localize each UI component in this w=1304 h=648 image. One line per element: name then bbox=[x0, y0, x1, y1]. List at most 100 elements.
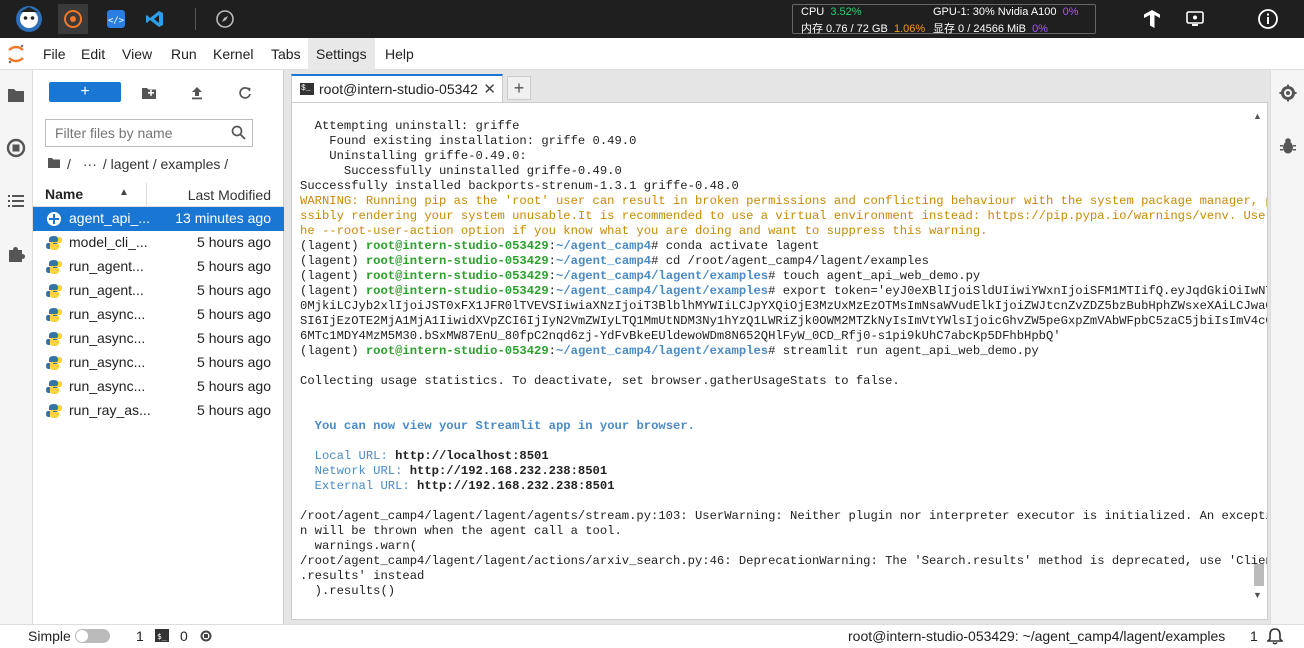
vscode-icon[interactable] bbox=[140, 4, 170, 34]
terminal-text: SI6IjEzOTE2MjA1MjA1IiwidXVpZCI6IjIyN2VmZ… bbox=[300, 314, 1268, 328]
python-file-icon bbox=[46, 259, 62, 275]
menu-settings[interactable]: Settings bbox=[308, 38, 375, 70]
menu-help[interactable]: Help bbox=[377, 38, 422, 70]
file-row[interactable]: run_agent... 5 hours ago bbox=[33, 255, 284, 279]
memory-usage: 内存 0.76 / 72 GB 1.06% bbox=[801, 23, 926, 35]
python-file-icon bbox=[46, 235, 62, 251]
terminal-line: SI6IjEzOTE2MjA1MjA1IiwidXVpZCI6IjIyN2VmZ… bbox=[300, 314, 1267, 329]
code-editor-icon[interactable]: </> bbox=[101, 4, 131, 34]
terminal-text: 6MTc1MDY4MzM5M30.bSxMW87EnU_80fpC2nqd6zj… bbox=[300, 329, 1061, 343]
terminal-text: WARNING: Running pip as the 'root' user … bbox=[300, 194, 1268, 208]
tab-bar: $_ root@intern-studio-05342 ✕ + bbox=[291, 74, 1268, 102]
column-divider[interactable] bbox=[146, 183, 147, 207]
kernel-count[interactable]: 1 bbox=[136, 628, 144, 644]
toolbar-divider bbox=[195, 8, 196, 30]
terminal-line: ssibly rendering your system unusable.It… bbox=[300, 209, 1265, 224]
upload-icon[interactable] bbox=[186, 82, 208, 104]
filter-files-input-box[interactable] bbox=[45, 119, 253, 147]
file-row[interactable]: run_async... 5 hours ago bbox=[33, 351, 284, 375]
file-row[interactable]: run_agent... 5 hours ago bbox=[33, 279, 284, 303]
file-modified: 5 hours ago bbox=[197, 306, 271, 322]
notification-count[interactable]: 1 bbox=[1250, 628, 1258, 644]
file-name: run_async... bbox=[69, 378, 146, 394]
terminal-line: WARNING: Running pip as the 'root' user … bbox=[300, 194, 1267, 209]
refresh-icon[interactable] bbox=[234, 82, 256, 104]
jupyter-app-icon[interactable] bbox=[58, 4, 88, 34]
file-row[interactable]: model_cli_... 5 hours ago bbox=[33, 231, 284, 255]
file-modified: 5 hours ago bbox=[197, 330, 271, 346]
file-name: run_async... bbox=[69, 306, 146, 322]
terminal-text: Collecting usage statistics. To deactiva… bbox=[300, 374, 900, 388]
table-of-contents-icon[interactable] bbox=[5, 190, 27, 212]
debugger-bug-icon[interactable] bbox=[1280, 137, 1296, 158]
column-modified-header[interactable]: Last Modified bbox=[188, 187, 271, 203]
scroll-down-arrow-icon[interactable]: ▼ bbox=[1253, 590, 1262, 600]
terminal-output[interactable]: Attempting uninstall: griffe Found exist… bbox=[300, 119, 1267, 599]
terminal-line: Successfully uninstalled griffe-0.49.0 bbox=[300, 164, 1240, 179]
compass-icon[interactable] bbox=[210, 4, 240, 34]
simple-mode-toggle[interactable] bbox=[75, 629, 110, 643]
sort-ascending-icon: ▲ bbox=[119, 187, 129, 198]
terminal-line: Local URL: http://localhost:8501 bbox=[300, 449, 1240, 464]
breadcrumb-folder-icon[interactable] bbox=[47, 156, 61, 172]
menu-view[interactable]: View bbox=[114, 38, 160, 70]
file-name: agent_api_... bbox=[69, 210, 150, 226]
property-inspector-gear-icon[interactable] bbox=[1279, 84, 1297, 105]
terminal-text: root@intern-studio-053429 bbox=[365, 344, 549, 358]
terminal-text: n will be thrown when the agent call a t… bbox=[300, 524, 622, 538]
file-row[interactable]: agent_api_... 13 minutes ago bbox=[33, 207, 284, 231]
terminal-text: root@intern-studio-053429 bbox=[365, 254, 549, 268]
menu-kernel[interactable]: Kernel bbox=[205, 38, 261, 70]
close-tab-icon[interactable]: ✕ bbox=[483, 80, 496, 98]
terminal-text: Attempting uninstall: griffe bbox=[300, 119, 520, 133]
terminal-scrollbar[interactable]: ▲ ▼ bbox=[1252, 111, 1264, 601]
tensorflow-icon[interactable] bbox=[1137, 4, 1167, 34]
notification-bell-icon[interactable] bbox=[1266, 627, 1284, 648]
add-tab-button[interactable]: + bbox=[507, 76, 531, 100]
scroll-up-arrow-icon[interactable]: ▲ bbox=[1253, 111, 1262, 121]
breadcrumb-ellipsis[interactable]: ··· bbox=[83, 156, 97, 172]
terminal-text: # touch agent_api_web_demo.py bbox=[768, 269, 981, 283]
menu-run[interactable]: Run bbox=[163, 38, 205, 70]
info-icon[interactable] bbox=[1253, 4, 1283, 34]
terminal-text: (lagent) bbox=[300, 344, 366, 358]
kernel-status-gear-icon[interactable] bbox=[199, 629, 213, 646]
running-kernels-icon[interactable] bbox=[5, 137, 27, 159]
terminal-text: Local URL: bbox=[314, 449, 396, 463]
breadcrumb-path[interactable]: / lagent / examples / bbox=[103, 156, 228, 172]
terminal-text: # streamlit run agent_api_web_demo.py bbox=[768, 344, 1039, 358]
monitor-settings-icon[interactable] bbox=[1180, 4, 1210, 34]
right-sidebar bbox=[1270, 70, 1304, 624]
new-launcher-button[interactable]: + bbox=[49, 82, 121, 102]
breadcrumb-root[interactable]: / bbox=[67, 156, 71, 172]
new-folder-icon[interactable] bbox=[138, 82, 160, 104]
scrollbar-thumb[interactable] bbox=[1254, 564, 1264, 586]
avatar-logo-icon[interactable] bbox=[14, 4, 44, 34]
terminal-line: (lagent) root@intern-studio-053429:~/age… bbox=[300, 284, 1267, 299]
terminal-panel[interactable]: Attempting uninstall: griffe Found exist… bbox=[291, 102, 1268, 620]
folder-icon[interactable] bbox=[5, 84, 27, 106]
terminal-line: Collecting usage statistics. To deactiva… bbox=[300, 374, 1240, 389]
file-name: model_cli_... bbox=[69, 234, 148, 250]
extensions-puzzle-icon[interactable] bbox=[5, 243, 27, 265]
file-row[interactable]: run_async... 5 hours ago bbox=[33, 375, 284, 399]
left-activity-bar bbox=[0, 70, 33, 624]
menu-edit[interactable]: Edit bbox=[73, 38, 113, 70]
terminal-line: ).results() bbox=[300, 584, 1240, 599]
file-row[interactable]: run_ray_as... 5 hours ago bbox=[33, 399, 284, 423]
terminal-text: ~/agent_camp4/lagent/examples bbox=[556, 269, 769, 283]
menu-tabs[interactable]: Tabs bbox=[263, 38, 309, 70]
terminal-count[interactable]: 0 bbox=[180, 628, 188, 644]
terminal-text: # export token='eyJ0eXBlIjoiSldUIiwiYWxn… bbox=[768, 284, 1268, 298]
terminal-line: he --root-user-action option if you know… bbox=[300, 224, 1240, 239]
terminal-tab[interactable]: $_ root@intern-studio-05342 ✕ bbox=[291, 74, 503, 102]
gpu-usage: GPU-1: 30% Nvidia A100 0% bbox=[933, 6, 1079, 18]
file-row[interactable]: run_async... 5 hours ago bbox=[33, 303, 284, 327]
menu-file[interactable]: File bbox=[35, 38, 74, 70]
filter-files-input[interactable] bbox=[46, 120, 226, 146]
column-name-header[interactable]: Name bbox=[45, 186, 83, 202]
file-row[interactable]: run_async... 5 hours ago bbox=[33, 327, 284, 351]
terminal-text: # cd /root/agent_camp4/lagent/examples bbox=[651, 254, 929, 268]
